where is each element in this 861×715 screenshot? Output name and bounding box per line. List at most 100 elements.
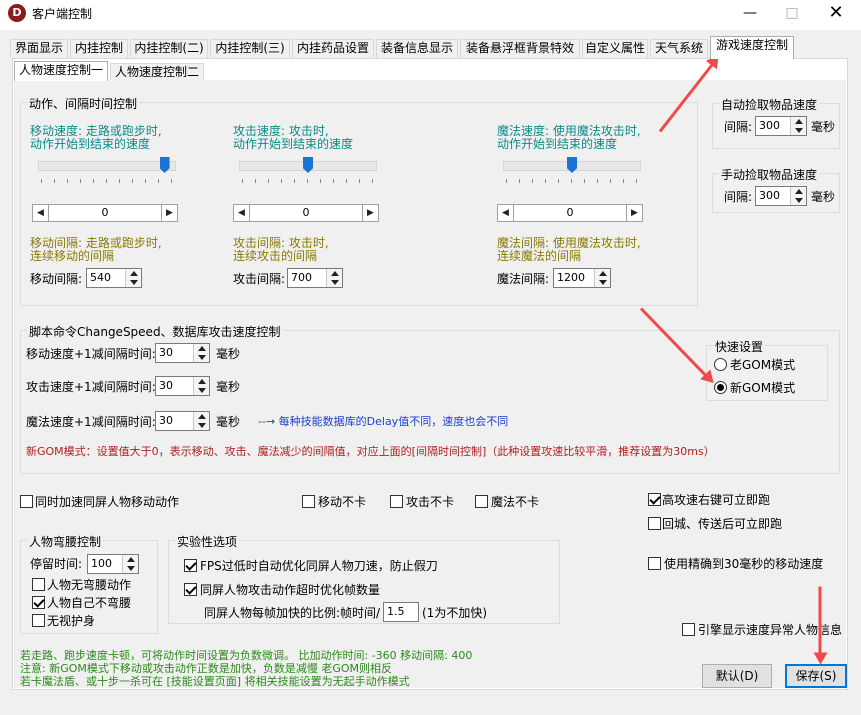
annotation-arrow-save — [818, 586, 822, 661]
scroll-right-icon[interactable]: ▶ — [362, 205, 378, 221]
attack-nolag-checkbox[interactable] — [390, 495, 403, 508]
attack-interval-label: 攻击间隔: — [233, 272, 286, 286]
move-nolag-checkbox[interactable] — [302, 495, 315, 508]
ratio-input[interactable]: 1.5 — [383, 602, 419, 622]
group-label: 实验性选项 — [175, 533, 240, 550]
fps-optimize-label[interactable]: FPS过低时自动优化同屏人物刀速，防止假刀 — [200, 559, 438, 573]
spinner-arrows-icon[interactable] — [125, 269, 141, 287]
attack-speed-slider[interactable] — [239, 157, 377, 183]
auto-pickup-spinner[interactable]: 300 — [755, 116, 807, 136]
magic-interval-label: 魔法间隔: — [497, 272, 550, 286]
script-attack-spinner[interactable]: 30 — [155, 376, 210, 396]
old-gom-radio[interactable] — [714, 358, 727, 371]
old-gom-label[interactable]: 老GOM模式 — [730, 358, 795, 372]
script-move-spinner[interactable]: 30 — [155, 343, 210, 363]
spinner-arrows-icon[interactable] — [326, 269, 342, 287]
return-run-label[interactable]: 回城、传送后可立即跑 — [662, 517, 782, 531]
tab-plugin-control-3[interactable]: 内挂控制(三) — [210, 39, 290, 58]
ignore-shield-label[interactable]: 无视护身 — [47, 614, 95, 628]
spinner-arrows-icon[interactable] — [193, 377, 209, 395]
sync-move-checkbox[interactable] — [20, 495, 33, 508]
new-gom-label[interactable]: 新GOM模式 — [730, 381, 795, 395]
spinner-arrows-icon[interactable] — [193, 344, 209, 362]
subtab-speed-2[interactable]: 人物速度控制二 — [110, 63, 204, 81]
spinner-arrows-icon[interactable] — [594, 269, 610, 287]
group-label: 自动捡取物品速度 — [719, 96, 820, 113]
spinner-arrows-icon[interactable] — [790, 187, 806, 205]
move-speed-desc-2: 动作开始到结束的速度 — [30, 137, 151, 151]
move-nolag-label[interactable]: 移动不卡 — [318, 495, 366, 509]
tab-plugin-control[interactable]: 内挂控制 — [70, 39, 128, 58]
tab-equip-info[interactable]: 装备信息显示 — [376, 39, 458, 58]
fps-optimize-checkbox[interactable] — [184, 559, 197, 572]
timeout-optimize-checkbox[interactable] — [184, 583, 197, 596]
return-run-checkbox[interactable] — [648, 517, 661, 530]
magic-speed-slider[interactable] — [503, 157, 641, 183]
manual-pickup-label: 间隔: — [724, 190, 753, 204]
script-move-unit: 毫秒 — [216, 347, 241, 361]
no-bend-checkbox[interactable] — [32, 578, 45, 591]
manual-pickup-value: 300 — [759, 189, 780, 202]
precise-speed-checkbox[interactable] — [648, 557, 661, 570]
script-attack-label: 攻击速度+1减间隔时间: — [26, 380, 156, 394]
scroll-right-icon[interactable]: ▶ — [626, 205, 642, 221]
default-button[interactable]: 默认(D) — [702, 664, 772, 688]
attack-nolag-label[interactable]: 攻击不卡 — [406, 495, 454, 509]
slider-ticks — [506, 179, 638, 183]
spinner-arrows-icon[interactable] — [122, 555, 138, 573]
app-logo-icon: D — [8, 4, 26, 22]
spinner-arrows-icon[interactable] — [790, 117, 806, 135]
scroll-right-icon[interactable]: ▶ — [161, 205, 177, 221]
attack-speed-desc: 攻击速度: 攻击时, — [233, 124, 329, 138]
footer-note-3: 若卡魔法盾、或十步一杀可在 [技能设置页面] 将相关技能设置为无起手动作模式 — [20, 675, 410, 688]
close-icon[interactable]: ✕ — [816, 2, 856, 24]
magic-interval-value: 1200 — [557, 271, 585, 284]
ratio-note: (1为不加快) — [422, 606, 487, 620]
save-button[interactable]: 保存(S) — [785, 664, 847, 688]
tab-custom-attr[interactable]: 自定义属性 — [582, 39, 648, 58]
scroll-left-icon[interactable]: ◀ — [234, 205, 250, 221]
magic-speed-scrollbar[interactable]: ◀ 0 ▶ — [497, 204, 643, 222]
tab-equip-tooltip-bg[interactable]: 装备悬浮框背景特效 — [460, 39, 580, 58]
move-speed-scrollbar[interactable]: ◀ 0 ▶ — [32, 204, 178, 222]
auto-pickup-label: 间隔: — [724, 120, 753, 134]
sync-move-label[interactable]: 同时加速同屏人物移动动作 — [35, 495, 179, 509]
move-interval-spinner[interactable]: 540 — [86, 268, 142, 288]
attack-interval-spinner[interactable]: 700 — [287, 268, 343, 288]
magic-nolag-label[interactable]: 魔法不卡 — [491, 495, 539, 509]
precise-speed-label[interactable]: 使用精确到30毫秒的移动速度 — [664, 557, 823, 571]
subtab-speed-1[interactable]: 人物速度控制一 — [14, 61, 108, 81]
footer-note-1: 若走路、跑步速度卡顿，可将动作时间设置为负数微调。 比加动作时间: -360 移… — [20, 649, 473, 662]
spinner-arrows-icon[interactable] — [193, 412, 209, 430]
script-move-label: 移动速度+1减间隔时间: — [26, 347, 156, 361]
magic-speed-desc: 魔法速度: 使用魔法攻击时, — [497, 124, 641, 138]
attack-speed-value: 0 — [302, 206, 310, 219]
self-no-bend-checkbox[interactable] — [32, 596, 45, 609]
self-no-bend-label[interactable]: 人物自己不弯腰 — [47, 596, 131, 610]
tab-potion-settings[interactable]: 内挂药品设置 — [292, 39, 374, 58]
ignore-shield-checkbox[interactable] — [32, 614, 45, 627]
magic-interval-spinner[interactable]: 1200 — [553, 268, 611, 288]
group-label: 快速设置 — [713, 338, 766, 355]
timeout-optimize-label[interactable]: 同屏人物攻击动作超时优化帧数量 — [200, 583, 380, 597]
magic-nolag-checkbox[interactable] — [475, 495, 488, 508]
move-speed-slider[interactable] — [38, 157, 176, 183]
scroll-left-icon[interactable]: ◀ — [33, 205, 49, 221]
scroll-left-icon[interactable]: ◀ — [498, 205, 514, 221]
script-magic-spinner[interactable]: 30 — [155, 411, 210, 431]
tab-interface[interactable]: 界面显示 — [10, 39, 68, 58]
high-speed-run-checkbox[interactable] — [648, 493, 661, 506]
tab-game-speed[interactable]: 游戏速度控制 — [710, 36, 794, 59]
high-speed-run-label[interactable]: 高攻速右键可立即跑 — [662, 493, 770, 507]
attack-speed-scrollbar[interactable]: ◀ 0 ▶ — [233, 204, 379, 222]
manual-pickup-spinner[interactable]: 300 — [755, 186, 807, 206]
tab-plugin-control-2[interactable]: 内挂控制(二) — [130, 39, 208, 58]
tab-weather[interactable]: 天气系统 — [650, 39, 708, 58]
engine-warn-checkbox[interactable] — [682, 623, 695, 636]
stay-time-spinner[interactable]: 100 — [87, 554, 139, 574]
new-gom-radio[interactable] — [714, 381, 727, 394]
gom-note: 新GOM模式：设置值大于0，表示移动、攻击、魔法减少的间隔值，对应上面的[间隔时… — [26, 445, 715, 458]
minimize-icon[interactable]: — — [730, 2, 770, 24]
magic-interval-desc-2: 连续魔法的间隔 — [497, 249, 582, 263]
no-bend-label[interactable]: 人物无弯腰动作 — [47, 578, 131, 592]
